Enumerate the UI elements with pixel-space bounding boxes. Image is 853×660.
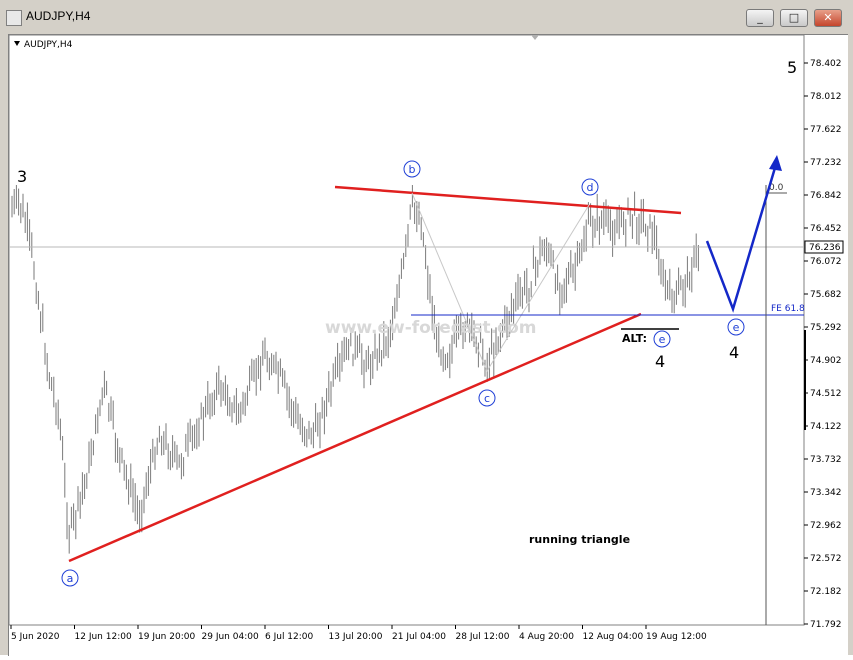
y-axis: 78.402 78.012 77.622 77.232 76.842 76.452 76.0… <box>804 59 842 630</box>
y-tick-label: 72.962 <box>810 521 842 531</box>
svg-text:e: e <box>659 333 666 346</box>
chart-area[interactable]: www.ew-forecast.com FE 61.8 0.0 ALT: a b… <box>8 34 848 656</box>
x-tick-label: 21 Jul 04:00 <box>392 632 446 642</box>
x-tick-label: 12 Aug 04:00 <box>583 632 644 642</box>
y-tick-label: 77.232 <box>810 158 842 168</box>
y-tick-label: 74.122 <box>810 422 842 432</box>
title-bar: AUDJPY,H4 _ □ ✕ <box>0 0 853 34</box>
y-tick-label: 74.512 <box>810 389 842 399</box>
wave-count-3: 3 <box>17 167 27 186</box>
wave-count-alt-4: 4 <box>655 352 665 371</box>
x-tick-label: 28 Jul 12:00 <box>456 632 510 642</box>
alt-label: ALT: <box>622 332 647 345</box>
x-tick-label: 19 Aug 12:00 <box>646 632 707 642</box>
minimize-button[interactable]: _ <box>746 9 774 27</box>
wave-count-5: 5 <box>787 58 797 77</box>
svg-text:b: b <box>409 163 416 176</box>
x-tick-label: 12 Jun 12:00 <box>75 632 132 642</box>
wave-count-4: 4 <box>729 343 739 362</box>
y-tick-label: 77.622 <box>810 125 842 135</box>
chart-symbol-label: AUDJPY,H4 <box>24 40 73 50</box>
y-tick-label: 73.732 <box>810 455 842 465</box>
chart-window-icon <box>6 10 22 26</box>
y-tick-label: 78.402 <box>810 59 842 69</box>
x-tick-label: 5 Jun 2020 <box>11 632 60 642</box>
svg-text:d: d <box>587 181 594 194</box>
x-tick-label: 29 Jun 04:00 <box>202 632 259 642</box>
svg-text:e: e <box>733 321 740 334</box>
y-tick-label: 73.342 <box>810 488 842 498</box>
x-tick-label: 19 Jun 20:00 <box>138 632 195 642</box>
x-tick-label: 13 Jul 20:00 <box>329 632 383 642</box>
x-axis: 5 Jun 2020 12 Jun 12:00 19 Jun 20:00 29 Jun… <box>10 625 707 642</box>
app-window: AUDJPY,H4 _ □ ✕ www.ew-forecast.com FE 6… <box>0 0 853 656</box>
close-button[interactable]: ✕ <box>814 9 842 27</box>
y-tick-label: 72.182 <box>810 587 842 597</box>
y-tick-label: 74.902 <box>810 356 842 366</box>
y-tick-label: 75.682 <box>810 290 842 300</box>
y-tick-label: 71.792 <box>810 620 842 630</box>
svg-text:a: a <box>67 572 74 585</box>
y-tick-label: 76.072 <box>810 257 842 267</box>
y-tick-label: 72.572 <box>810 554 842 564</box>
price-chart[interactable]: www.ew-forecast.com FE 61.8 0.0 ALT: a b… <box>8 34 848 656</box>
y-tick-label: 76.842 <box>810 191 842 201</box>
svg-text:c: c <box>484 392 490 405</box>
window-title: AUDJPY,H4 <box>26 9 91 23</box>
watermark: www.ew-forecast.com <box>325 318 537 338</box>
x-tick-label: 4 Aug 20:00 <box>519 632 574 642</box>
x-tick-label: 6 Jul 12:00 <box>265 632 314 642</box>
y-tick-label: 76.452 <box>810 224 842 234</box>
fe-level-label: FE 61.8 <box>771 304 805 314</box>
maximize-button[interactable]: □ <box>780 9 808 27</box>
y-tick-label: 75.292 <box>810 323 842 333</box>
current-price-value: 76.236 <box>809 243 841 253</box>
pattern-label: running triangle <box>529 533 630 546</box>
y-tick-label: 78.012 <box>810 92 842 102</box>
